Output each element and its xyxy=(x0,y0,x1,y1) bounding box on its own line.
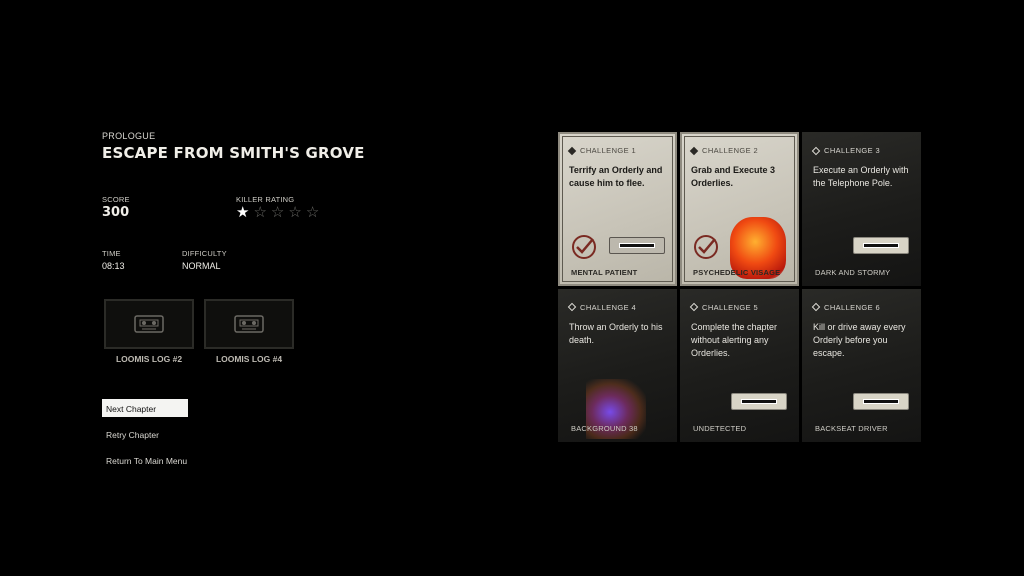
diamond-icon xyxy=(811,146,821,155)
challenge-reward: MENTAL PATIENT xyxy=(571,267,638,277)
difficulty-label: DIFFICULTY xyxy=(182,249,227,258)
star-filled-icon: ★ xyxy=(236,204,250,221)
challenge-description: Throw an Orderly to his death. xyxy=(569,321,663,345)
unlock-ticket-icon xyxy=(853,236,909,254)
challenge-header: CHALLENGE 1 xyxy=(567,146,666,155)
challenge-card-3[interactable]: CHALLENGE 3 Execute an Orderly with the … xyxy=(802,132,921,286)
challenge-title: CHALLENGE 6 xyxy=(824,302,881,312)
star-empty-icon: ☆ xyxy=(270,204,285,221)
challenge-card-6[interactable]: CHALLENGE 6 Kill or drive away every Ord… xyxy=(802,288,921,442)
challenge-reward: BACKSEAT DRIVER xyxy=(815,424,888,433)
challenge-header: CHALLENGE 4 xyxy=(567,302,666,312)
star-empty-icon: ☆ xyxy=(305,204,320,221)
difficulty-block: DIFFICULTY NORMAL xyxy=(182,249,227,271)
challenge-description: Complete the chapter without alerting an… xyxy=(691,321,778,358)
killer-rating-stars: ★ ☆ ☆ ☆ ☆ xyxy=(236,205,319,220)
challenge-header: CHALLENGE 3 xyxy=(811,146,910,155)
challenge-title: CHALLENGE 3 xyxy=(824,146,881,155)
challenge-card-5[interactable]: CHALLENGE 5 Complete the chapter without… xyxy=(680,288,799,442)
score-block: SCORE 300 xyxy=(102,195,130,220)
retry-chapter-button[interactable]: Retry Chapter xyxy=(102,425,188,443)
challenge-title: CHALLENGE 1 xyxy=(580,146,637,155)
next-chapter-button[interactable]: Next Chapter xyxy=(102,399,188,417)
time-block: TIME 08:13 xyxy=(102,249,125,271)
challenge-reward: DARK AND STORMY xyxy=(815,267,891,277)
diamond-icon xyxy=(811,302,821,312)
challenge-reward: BACKGROUND 38 xyxy=(571,424,638,433)
return-to-main-menu-button[interactable]: Return To Main Menu xyxy=(102,451,212,469)
star-empty-icon: ☆ xyxy=(253,204,267,221)
cassette-icon xyxy=(134,315,164,333)
challenge-title: CHALLENGE 2 xyxy=(702,146,759,155)
diamond-icon xyxy=(689,302,699,312)
diamond-icon xyxy=(567,146,577,155)
log-name: LOOMIS LOG #4 xyxy=(215,354,283,364)
killer-rating-block: KILLER RATING ★ ☆ ☆ ☆ ☆ xyxy=(236,195,319,220)
challenge-card-4[interactable]: CHALLENGE 4 Throw an Orderly to his deat… xyxy=(558,288,677,442)
time-value: 08:13 xyxy=(102,261,125,271)
difficulty-value: NORMAL xyxy=(182,261,221,271)
log-name: LOOMIS LOG #2 xyxy=(115,354,183,364)
log-tile[interactable] xyxy=(104,299,194,349)
challenge-header: CHALLENGE 5 xyxy=(689,302,788,312)
diamond-icon xyxy=(567,302,577,312)
challenge-description: Kill or drive away every Orderly before … xyxy=(813,321,906,358)
challenge-card-1[interactable]: CHALLENGE 1 Terrify an Orderly and cause… xyxy=(558,132,677,286)
log-tile[interactable] xyxy=(204,299,294,349)
time-label: TIME xyxy=(102,249,121,258)
challenge-header: CHALLENGE 2 xyxy=(689,146,788,155)
results-panel: PROLOGUE ESCAPE FROM SMITH'S GROVE SCORE… xyxy=(102,131,402,466)
challenge-description: Terrify an Orderly and cause him to flee… xyxy=(569,165,663,188)
checkmark-icon xyxy=(694,234,718,259)
collected-logs: LOOMIS LOG #2 LOOMIS LOG #4 xyxy=(104,299,294,364)
challenge-title: CHALLENGE 5 xyxy=(702,302,759,312)
challenges-grid: CHALLENGE 1 Terrify an Orderly and cause… xyxy=(558,132,921,442)
checkmark-icon xyxy=(572,234,596,259)
unlock-ticket-icon xyxy=(853,393,909,410)
score-label: SCORE xyxy=(102,195,130,204)
end-chapter-menu: Next Chapter Retry Chapter Return To Mai… xyxy=(102,399,188,477)
loomis-log-2[interactable]: LOOMIS LOG #2 xyxy=(104,299,194,364)
challenge-header: CHALLENGE 6 xyxy=(811,302,910,312)
star-empty-icon: ☆ xyxy=(288,204,302,221)
challenge-title: CHALLENGE 4 xyxy=(580,302,637,312)
challenge-description: Execute an Orderly with the Telephone Po… xyxy=(813,165,909,188)
chapter-label: PROLOGUE xyxy=(102,131,156,141)
challenge-description: Grab and Execute 3 Orderlies. xyxy=(691,165,776,188)
killer-rating-label: KILLER RATING xyxy=(236,195,295,204)
score-value: 300 xyxy=(102,205,130,220)
chapter-title: ESCAPE FROM SMITH'S GROVE xyxy=(102,144,365,162)
unlock-ticket-icon xyxy=(731,393,787,410)
challenge-reward: UNDETECTED xyxy=(693,424,747,433)
cassette-icon xyxy=(234,315,264,333)
unlock-ticket-icon xyxy=(609,236,665,254)
loomis-log-4[interactable]: LOOMIS LOG #4 xyxy=(204,299,294,364)
challenge-reward: PSYCHEDELIC VISAGE xyxy=(693,267,781,277)
challenge-card-2[interactable]: CHALLENGE 2 Grab and Execute 3 Orderlies… xyxy=(680,132,799,286)
diamond-icon xyxy=(689,146,699,155)
